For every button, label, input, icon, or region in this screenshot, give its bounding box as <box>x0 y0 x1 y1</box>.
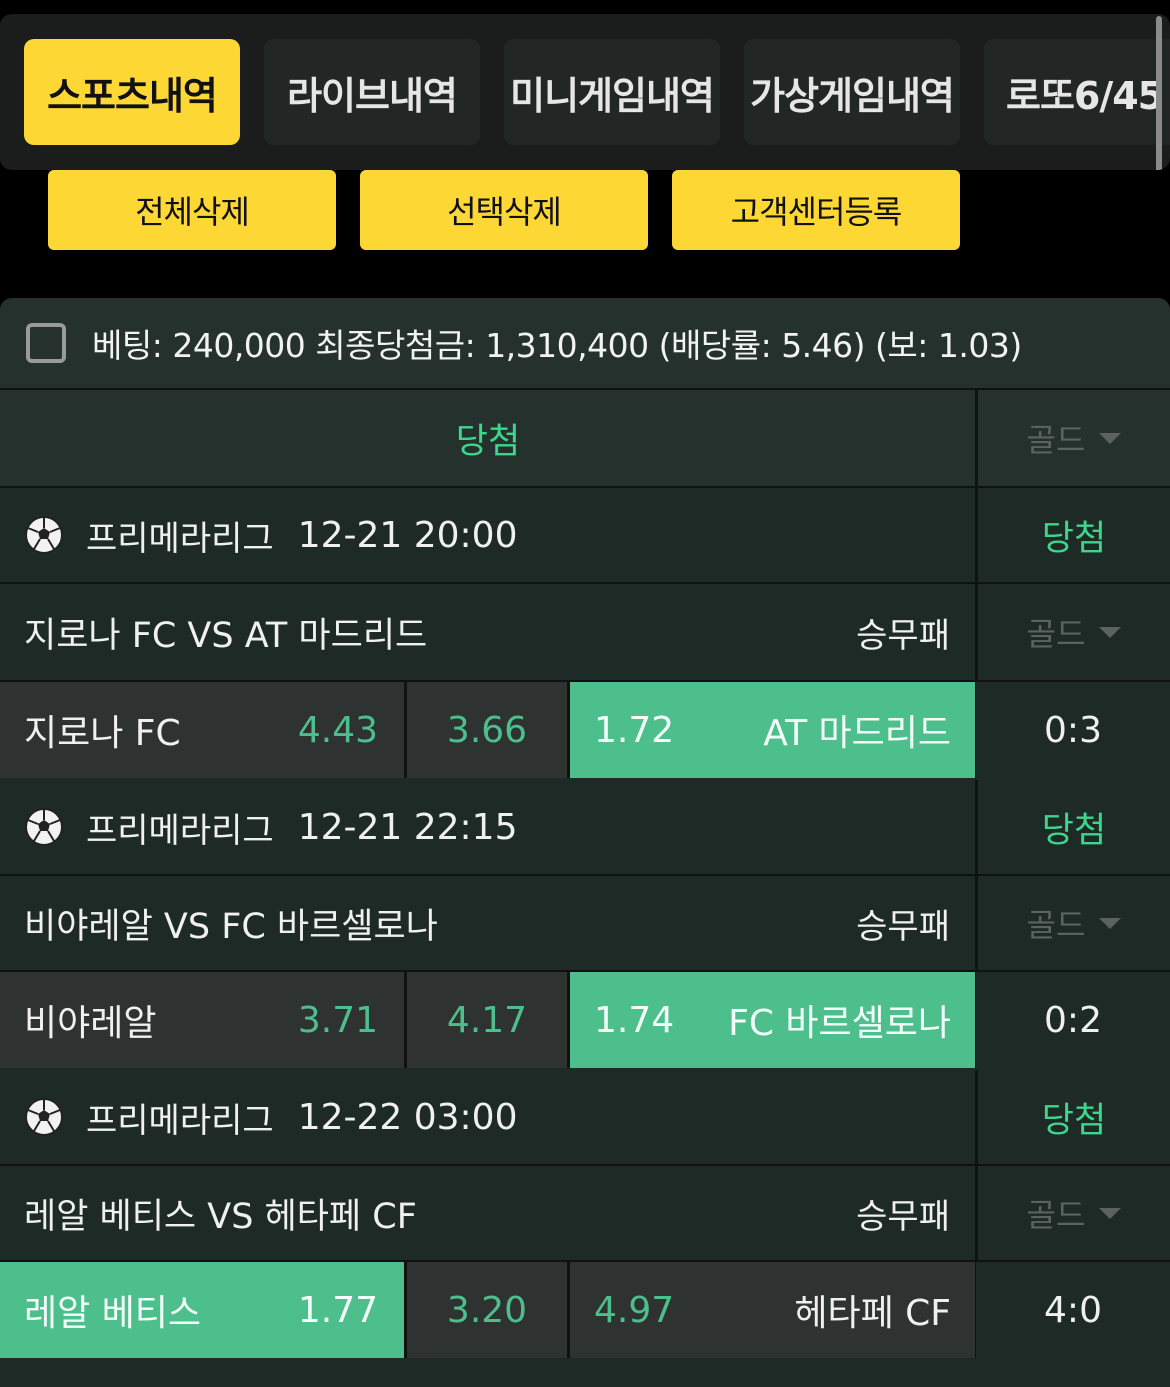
home-odds: 4.43 <box>297 709 378 751</box>
home-odds-cell[interactable]: 비야레알 3.71 <box>0 972 404 1068</box>
home-team: 레알 베티스 <box>24 1293 202 1334</box>
tab-sports-history[interactable]: 스포츠내역 <box>24 39 240 145</box>
home-odds-cell[interactable]: 레알 베티스 1.77 <box>0 1262 404 1358</box>
grade-dropdown[interactable]: 골드 <box>978 876 1170 970</box>
away-odds: 4.97 <box>594 1289 675 1331</box>
grade-label: 골드 <box>1026 421 1086 459</box>
market-type: 승무패 <box>856 615 950 656</box>
draw-odds: 3.66 <box>446 709 528 751</box>
odds-row: 레알 베티스 1.77 3.20 4.97 헤타페 CF 4:0 <box>0 1262 1170 1358</box>
delete-selected-button[interactable]: 선택삭제 <box>360 170 648 250</box>
match-result-status: 당첨 <box>1041 518 1107 559</box>
league-name: 프리메라리그 <box>86 810 274 851</box>
home-odds-cell[interactable]: 지로나 FC 4.43 <box>0 682 404 778</box>
draw-odds: 3.20 <box>446 1289 528 1331</box>
away-odds-cell[interactable]: 4.97 헤타페 CF <box>570 1262 975 1358</box>
draw-odds-cell[interactable]: 4.17 <box>407 972 567 1068</box>
bet-summary: 베팅: 240,000 최종당첨금: 1,310,400 (배당률: 5.46)… <box>0 298 1170 390</box>
match-header-row: 프리메라리그 12-21 20:00 당첨 <box>0 488 1170 584</box>
grade-label: 골드 <box>1026 906 1086 944</box>
away-odds-cell[interactable]: 1.72 AT 마드리드 <box>570 682 975 778</box>
league-name: 프리메라리그 <box>86 1100 274 1141</box>
bet-slip-card: 베팅: 240,000 최종당첨금: 1,310,400 (배당률: 5.46)… <box>0 298 1170 1387</box>
match-header-row: 프리메라리그 12-21 22:15 당첨 <box>0 780 1170 876</box>
chevron-down-icon <box>1099 917 1122 929</box>
grade-dropdown[interactable]: 골드 <box>978 1166 1170 1260</box>
tab-lotto-history[interactable]: 로또6/45 <box>984 39 1170 145</box>
bet-result-status: 당첨 <box>455 421 521 462</box>
tab-live-history[interactable]: 라이브내역 <box>264 39 480 145</box>
match-score: 4:0 <box>976 1262 1170 1358</box>
draw-odds: 4.17 <box>446 999 528 1041</box>
grade-dropdown[interactable]: 골드 <box>978 390 1170 486</box>
grade-label: 골드 <box>1026 1196 1086 1234</box>
home-team: 지로나 FC <box>24 713 181 754</box>
match-title-row: 비야레알 VS FC 바르셀로나 승무패 골드 <box>0 876 1170 972</box>
soccer-ball-icon <box>25 1098 63 1136</box>
market-type: 승무패 <box>856 906 950 947</box>
match-datetime: 12-22 03:00 <box>297 1096 518 1138</box>
league-name: 프리메라리그 <box>86 518 274 559</box>
match-score: 0:3 <box>976 682 1170 778</box>
away-team: AT 마드리드 <box>763 713 951 754</box>
match-title-row: 레알 베티스 VS 헤타페 CF 승무패 골드 <box>0 1166 1170 1262</box>
bet-summary-text: 베팅: 240,000 최종당첨금: 1,310,400 (배당률: 5.46)… <box>92 326 1022 365</box>
odds-row: 비야레알 3.71 4.17 1.74 FC 바르셀로나 0:2 <box>0 972 1170 1068</box>
chevron-down-icon <box>1099 626 1122 638</box>
delete-all-button[interactable]: 전체삭제 <box>48 170 336 250</box>
select-bet-checkbox[interactable] <box>26 323 66 363</box>
soccer-ball-icon <box>25 808 63 846</box>
match-title-row: 지로나 FC VS AT 마드리드 승무패 골드 <box>0 584 1170 682</box>
away-odds: 1.74 <box>594 999 675 1041</box>
home-team: 비야레알 <box>24 1003 157 1044</box>
tab-minigame-history[interactable]: 미니게임내역 <box>504 39 720 145</box>
soccer-ball-icon <box>25 516 63 554</box>
match-header-row: 프리메라리그 12-22 03:00 당첨 <box>0 1070 1170 1166</box>
chevron-down-icon <box>1099 1207 1122 1219</box>
chevron-down-icon <box>1099 432 1122 444</box>
odds-row: 지로나 FC 4.43 3.66 1.72 AT 마드리드 0:3 <box>0 682 1170 778</box>
draw-odds-cell[interactable]: 3.66 <box>407 682 567 778</box>
home-odds: 1.77 <box>297 1289 378 1331</box>
tab-virtual-game-history[interactable]: 가상게임내역 <box>744 39 960 145</box>
draw-odds-cell[interactable]: 3.20 <box>407 1262 567 1358</box>
away-odds-cell[interactable]: 1.74 FC 바르셀로나 <box>570 972 975 1068</box>
match-datetime: 12-21 22:15 <box>297 806 518 848</box>
match-datetime: 12-21 20:00 <box>297 514 518 556</box>
grade-dropdown[interactable]: 골드 <box>978 584 1170 680</box>
match-result-status: 당첨 <box>1041 1100 1107 1141</box>
match-score: 0:2 <box>976 972 1170 1068</box>
away-odds: 1.72 <box>594 709 675 751</box>
match-title: 비야레알 VS FC 바르셀로나 <box>24 906 438 947</box>
match-title: 레알 베티스 VS 헤타페 CF <box>24 1196 417 1237</box>
away-team: FC 바르셀로나 <box>728 1003 951 1044</box>
bet-status-row: 당첨 골드 <box>0 390 1170 488</box>
match-result-status: 당첨 <box>1041 810 1107 851</box>
home-odds: 3.71 <box>297 999 378 1041</box>
register-support-button[interactable]: 고객센터등록 <box>672 170 960 250</box>
tab-scrollbar[interactable] <box>1156 16 1162 170</box>
market-type: 승무패 <box>856 1196 950 1237</box>
history-tab-bar: 스포츠내역 라이브내역 미니게임내역 가상게임내역 로또6/45 <box>0 14 1170 170</box>
away-team: 헤타페 CF <box>794 1293 951 1334</box>
grade-label: 골드 <box>1026 615 1086 653</box>
match-title: 지로나 FC VS AT 마드리드 <box>24 615 428 656</box>
